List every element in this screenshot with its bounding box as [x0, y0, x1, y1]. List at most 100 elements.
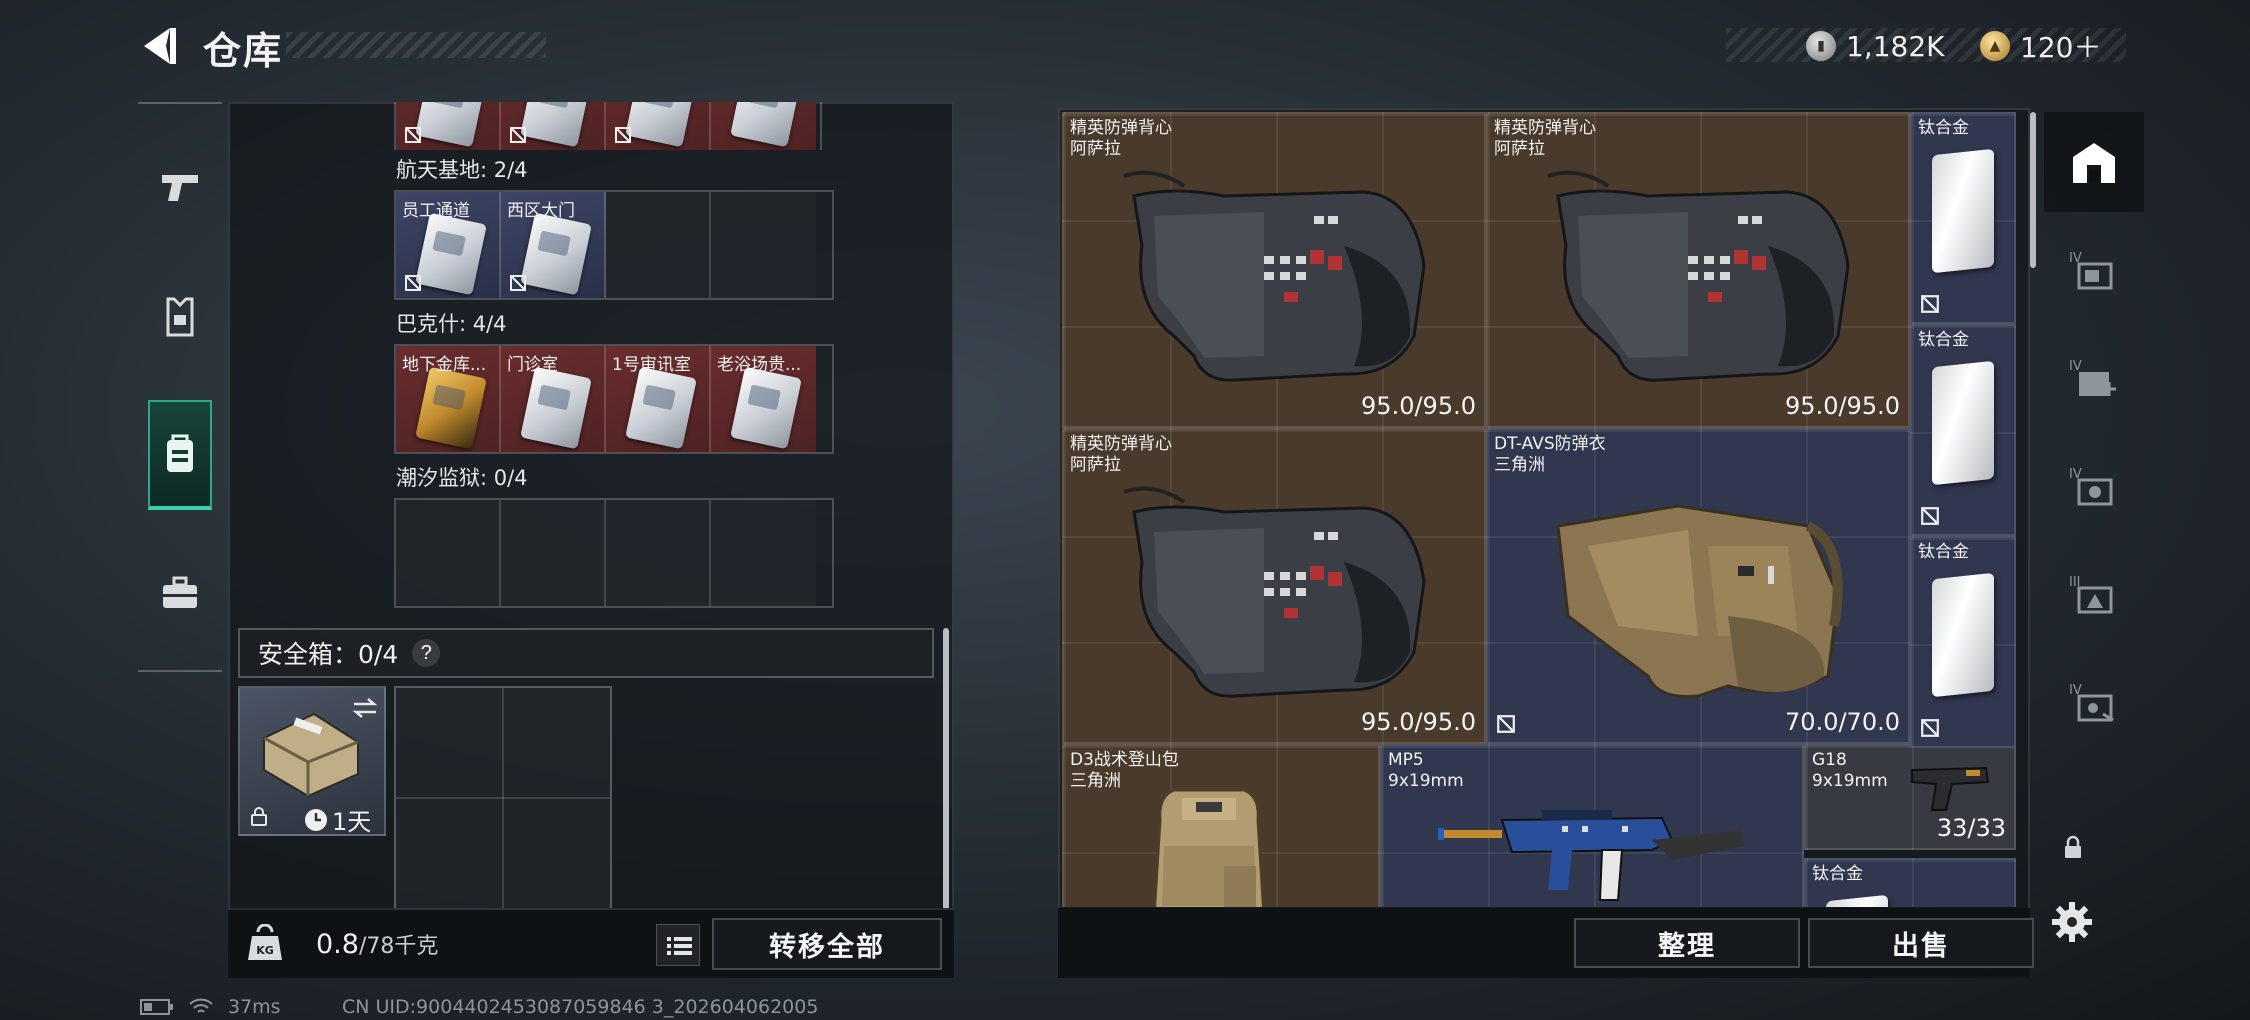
left-scrollbar[interactable]: [943, 628, 949, 910]
keycard-slot[interactable]: 1号审讯室: [606, 346, 711, 452]
list-icon: [667, 937, 692, 955]
stash-item-backpack[interactable]: D3战术登山包 三角洲: [1062, 744, 1380, 907]
keycard-slot[interactable]: [711, 102, 816, 150]
keycard-slot[interactable]: 地下金库...: [396, 346, 501, 452]
item-name: 钛合金: [1812, 864, 1863, 885]
stash-item-mp5[interactable]: MP5 9x19mm: [1380, 744, 1804, 907]
container-iv-add-icon: IV: [2069, 356, 2119, 400]
stash-item-plate-4[interactable]: 钛合金: [1804, 858, 2016, 907]
keycard-slot[interactable]: 员工通道: [396, 192, 501, 298]
section-label: 巴克什: 4/4: [396, 312, 507, 336]
keycard-slot[interactable]: 西区大门: [501, 192, 606, 298]
sell-button[interactable]: 出售: [1808, 918, 2034, 968]
item-name: 精英防弹背心 阿萨拉: [1070, 434, 1172, 476]
no-insure-icon: [509, 126, 527, 144]
keycard-grid-row: 地下金库... 门诊室 1号审讯室 老浴场贵...: [394, 344, 834, 454]
category-armor[interactable]: [148, 262, 212, 372]
stash-item-vest-3[interactable]: 精英防弹背心 阿萨拉 95.0/95.0: [1062, 428, 1486, 744]
stash-item-vest-1[interactable]: 精英防弹背心 阿萨拉 95.0/95.0: [1062, 112, 1486, 428]
empty-slot[interactable]: [606, 192, 711, 298]
safe-box-grid[interactable]: [394, 686, 612, 910]
settings-button[interactable]: [2050, 900, 2094, 944]
no-insure-icon: [404, 274, 422, 292]
item-durability: 95.0/95.0: [1785, 392, 1900, 420]
item-name: 钛合金: [1918, 118, 1969, 139]
safe-box-item[interactable]: 1天: [238, 686, 386, 836]
vest-dark-image: [1114, 472, 1444, 702]
keycard-slot[interactable]: 门诊室: [501, 346, 606, 452]
keycard-row-partial: [394, 102, 822, 150]
currency-gold[interactable]: ▲ 120＋: [1980, 26, 2101, 66]
empty-slot[interactable]: [606, 500, 711, 606]
pistol-icon: [162, 175, 198, 201]
no-insure-icon: [404, 126, 422, 144]
title-stripe: [286, 32, 546, 58]
container-tab-6[interactable]: IV: [2044, 652, 2144, 752]
container-tab-4[interactable]: IV: [2044, 436, 2144, 536]
container-iii-icon: III: [2069, 572, 2119, 616]
container-tab-1[interactable]: [2044, 112, 2144, 212]
keycard-name: 门诊室: [507, 355, 558, 375]
empty-slot[interactable]: [396, 500, 501, 606]
vest-tan-image: [1528, 486, 1858, 716]
stash-item-vest-4[interactable]: DT-AVS防弹衣 三角洲 70.0/70.0: [1486, 428, 1910, 744]
container-tab-3[interactable]: IV: [2044, 328, 2144, 428]
gear-icon: [2052, 902, 2092, 942]
item-name: D3战术登山包 三角洲: [1070, 750, 1179, 792]
safe-box-title: 安全箱：0/4: [258, 640, 399, 669]
keycard-name: 西区大门: [507, 201, 575, 221]
empty-slot[interactable]: [711, 500, 816, 606]
category-backpack[interactable]: [148, 400, 212, 510]
category-misc[interactable]: [148, 538, 212, 648]
container-nav: IV IV IV III IV: [2044, 112, 2144, 812]
transfer-all-button[interactable]: 转移全部: [712, 918, 942, 970]
category-weapons[interactable]: [148, 132, 212, 242]
item-subtitle: 阿萨拉: [1070, 139, 1121, 159]
right-scrollbar[interactable]: [2030, 112, 2036, 268]
back-button[interactable]: [136, 22, 184, 70]
weight-current: 0.8: [316, 929, 359, 960]
currency-silver[interactable]: ▮ 1,182K: [1806, 26, 1945, 66]
empty-slot[interactable]: [501, 500, 606, 606]
safe-case-icon: [263, 712, 359, 798]
lock-icon: [251, 807, 267, 826]
no-insure-icon: [614, 126, 632, 144]
no-insure-icon: [1920, 294, 1940, 314]
keycard-grid-row: [394, 102, 822, 150]
keycard-slot[interactable]: [501, 102, 606, 150]
item-name: DT-AVS防弹衣 三角洲: [1494, 434, 1606, 476]
container-iv-icon: IV: [2069, 248, 2119, 292]
item-title: 钛合金: [1918, 542, 1969, 562]
item-name: MP5 9x19mm: [1388, 750, 1464, 792]
section-label: 航天基地: 2/4: [396, 158, 528, 182]
keycard-slot[interactable]: 老浴场贵...: [711, 346, 816, 452]
smg-image: [1422, 770, 1762, 907]
item-title: 精英防弹背心: [1070, 434, 1172, 454]
stash-item-vest-2[interactable]: 精英防弹背心 阿萨拉 95.0/95.0: [1486, 112, 1910, 428]
container-tab-2[interactable]: IV: [2044, 220, 2144, 320]
keycard-sections: 航天基地: 2/4 员工通道 西区大门巴克什: 4/4 地下金库... 门诊室 1号审讯室…: [394, 154, 834, 608]
stash-item-plate-1[interactable]: 钛合金: [1910, 112, 2016, 324]
weight-readout: 0.8/78千克: [316, 928, 438, 960]
item-subtitle: 三角洲: [1070, 771, 1121, 791]
stash-item-plate-3[interactable]: 钛合金: [1910, 536, 2016, 748]
swap-arrows-icon: [352, 698, 378, 718]
item-name: G18 9x19mm: [1812, 750, 1888, 792]
stash-item-g18[interactable]: G18 9x19mm 33/33: [1804, 744, 2016, 850]
list-view-button[interactable]: [656, 924, 700, 966]
container-tab-5[interactable]: III: [2044, 544, 2144, 644]
keycard-image: [415, 212, 487, 296]
stash-icon: [2069, 139, 2119, 185]
help-button[interactable]: ?: [412, 639, 441, 667]
keycard-slot[interactable]: [606, 102, 711, 150]
sort-button[interactable]: 整理: [1574, 918, 1800, 968]
item-durability: 95.0/95.0: [1361, 708, 1476, 736]
stash-item-plate-2[interactable]: 钛合金: [1910, 324, 2016, 536]
keycard-slot[interactable]: [396, 102, 501, 150]
item-title: 钛合金: [1918, 330, 1969, 350]
item-name: 钛合金: [1918, 542, 1969, 563]
empty-slot[interactable]: [711, 192, 816, 298]
keycard-name: 老浴场贵...: [717, 355, 802, 375]
item-name: 钛合金: [1918, 330, 1969, 351]
clock-icon: [305, 808, 327, 831]
